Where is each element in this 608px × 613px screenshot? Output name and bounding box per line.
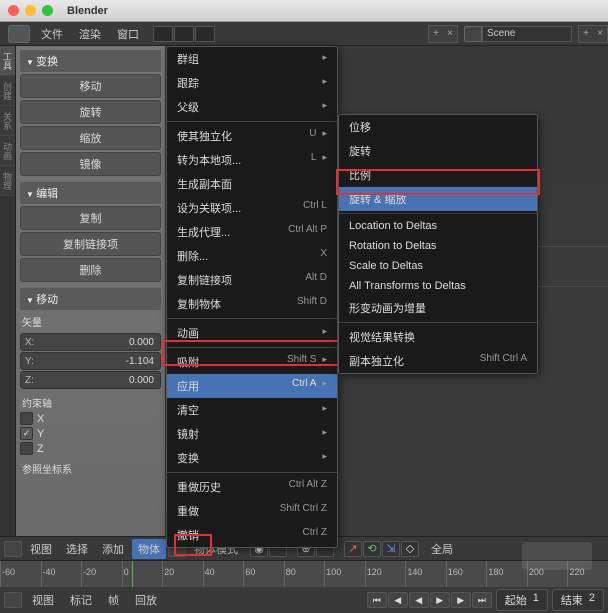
menu-file[interactable]: 文件 <box>33 23 71 45</box>
apply-dupreal[interactable]: 副本独立化Shift Ctrl A <box>339 349 537 373</box>
tab-anim[interactable]: 动画 <box>0 136 15 166</box>
add-menu[interactable]: 添加 <box>96 539 130 559</box>
section-move[interactable]: 移动 <box>20 288 161 310</box>
select-menu[interactable]: 选择 <box>60 539 94 559</box>
menu-proxy[interactable]: 生成副本面 <box>167 172 337 196</box>
duplicate-linked-button[interactable]: 复制链接项 <box>20 232 161 256</box>
menu-local[interactable]: 转为本地项...L <box>167 148 337 172</box>
object-menu: 群组 跟踪 父级 使其独立化U 转为本地项...L 生成副本面 设为关联项...… <box>166 46 338 548</box>
tl-playback[interactable]: 回放 <box>129 590 163 610</box>
apply-alldelta[interactable]: All Transforms to Deltas <box>339 276 537 296</box>
translate-button[interactable]: 移动 <box>20 74 161 98</box>
minimize-icon[interactable] <box>25 5 36 16</box>
info-header: 文件 渲染 窗口 +× +× <box>0 22 608 46</box>
move-z-field[interactable]: Z:0.000 <box>20 371 161 389</box>
close-icon[interactable] <box>8 5 19 16</box>
apply-visual[interactable]: 视觉结果转换 <box>339 325 537 349</box>
scene-icon[interactable] <box>464 26 482 42</box>
tl-frame[interactable]: 帧 <box>102 590 125 610</box>
apply-scaledelta[interactable]: Scale to Deltas <box>339 256 537 276</box>
mirror-button[interactable]: 镜像 <box>20 152 161 176</box>
menu-window[interactable]: 窗口 <box>109 23 147 45</box>
section-transform[interactable]: 变换 <box>20 50 161 72</box>
coord-label: 参照坐标系 <box>22 461 159 476</box>
menu-undo[interactable]: 撤销Ctrl Z <box>167 523 337 547</box>
timeline-editor-icon[interactable] <box>4 592 22 608</box>
view-menu[interactable]: 视图 <box>24 539 58 559</box>
tab-create[interactable]: 创建 <box>0 76 15 106</box>
menu-parent[interactable]: 父级 <box>167 95 337 119</box>
menu-duplink[interactable]: 复制链接项Alt D <box>167 268 337 292</box>
rotate-button[interactable]: 旋转 <box>20 100 161 124</box>
menu-transform[interactable]: 变换 <box>167 446 337 470</box>
apply-scale[interactable]: 比例 <box>339 163 537 187</box>
manipulator-icons[interactable]: ↗⟲⇲◇ <box>344 541 419 557</box>
tab-physics[interactable]: 物理 <box>0 166 15 196</box>
menu-independent[interactable]: 使其独立化U <box>167 124 337 148</box>
menu-apply[interactable]: 应用Ctrl A <box>167 374 337 398</box>
timeline-ruler[interactable]: -60-40-20020406080100120140160180200220 <box>0 561 608 587</box>
menu-setrel[interactable]: 设为关联项...Ctrl L <box>167 196 337 220</box>
apply-rotscale[interactable]: 旋转 & 缩放 <box>339 187 537 211</box>
menu-anim[interactable]: 动画 <box>167 321 337 345</box>
object-menu-btn[interactable]: 物体 <box>132 539 166 559</box>
menu-render[interactable]: 渲染 <box>71 23 109 45</box>
constraint-axis-label: 约束轴 <box>22 395 159 410</box>
tab-relations[interactable]: 关系 <box>0 106 15 136</box>
apply-locdelta[interactable]: Location to Deltas <box>339 216 537 236</box>
move-x-field[interactable]: X:0.000 <box>20 333 161 351</box>
start-frame[interactable]: 起始1 <box>496 589 548 611</box>
menu-snap[interactable]: 吸附Shift S <box>167 350 337 374</box>
move-y-field[interactable]: Y:-1.104 <box>20 352 161 370</box>
menu-clear[interactable]: 清空 <box>167 398 337 422</box>
menu-makeproxy[interactable]: 生成代理...Ctrl Alt P <box>167 220 337 244</box>
apply-submenu: 位移 旋转 比例 旋转 & 缩放 Location to Deltas Rota… <box>338 114 538 374</box>
apply-rotdelta[interactable]: Rotation to Deltas <box>339 236 537 256</box>
watermark <box>522 542 592 570</box>
playback-controls[interactable]: ⏮◀◀▶▶⏭ <box>367 592 492 608</box>
scene-name-input[interactable] <box>482 26 572 42</box>
screen-layout-tabs[interactable] <box>153 26 215 42</box>
menu-dupobj[interactable]: 复制物体Shift D <box>167 292 337 316</box>
menu-redo[interactable]: 重做Shift Ctrl Z <box>167 499 337 523</box>
menu-track[interactable]: 跟踪 <box>167 71 337 95</box>
apply-animdelta[interactable]: 形变动画为增量 <box>339 296 537 320</box>
tool-shelf: 变换 移动 旋转 缩放 镜像 编辑 复制 复制链接项 删除 移动 矢量 X:0.… <box>16 46 166 536</box>
axis-y-check[interactable]: ✓Y <box>20 427 161 440</box>
vector-label: 矢量 <box>22 314 159 329</box>
tl-marker[interactable]: 标记 <box>64 590 98 610</box>
duplicate-button[interactable]: 复制 <box>20 206 161 230</box>
maximize-icon[interactable] <box>42 5 53 16</box>
scene-add-remove[interactable]: +× <box>578 25 608 43</box>
delete-button[interactable]: 删除 <box>20 258 161 282</box>
layout-add-remove[interactable]: +× <box>428 25 458 43</box>
app-title: Blender <box>67 5 108 17</box>
apply-location[interactable]: 位移 <box>339 115 537 139</box>
menu-group[interactable]: 群组 <box>167 47 337 71</box>
tab-tools[interactable]: 工具 <box>0 46 15 76</box>
orientation-select[interactable]: 全局 <box>425 539 459 559</box>
3d-viewport[interactable]: 群组 跟踪 父级 使其独立化U 转为本地项...L 生成副本面 设为关联项...… <box>166 46 608 536</box>
window-titlebar: Blender <box>0 0 608 22</box>
tool-tabs: 工具 创建 关系 动画 物理 <box>0 46 16 536</box>
axis-z-check[interactable]: Z <box>20 442 161 455</box>
axis-x-check[interactable]: X <box>20 412 161 425</box>
menu-delete[interactable]: 删除...X <box>167 244 337 268</box>
menu-mirror[interactable]: 镜射 <box>167 422 337 446</box>
blender-icon[interactable] <box>8 25 30 43</box>
apply-rotation[interactable]: 旋转 <box>339 139 537 163</box>
tl-view[interactable]: 视图 <box>26 590 60 610</box>
menu-undohist[interactable]: 重做历史Ctrl Alt Z <box>167 475 337 499</box>
end-frame[interactable]: 结束2 <box>552 589 604 611</box>
section-edit[interactable]: 编辑 <box>20 182 161 204</box>
editor-type-icon[interactable] <box>4 541 22 557</box>
timeline-editor: -60-40-20020406080100120140160180200220 … <box>0 560 608 612</box>
scale-button[interactable]: 缩放 <box>20 126 161 150</box>
